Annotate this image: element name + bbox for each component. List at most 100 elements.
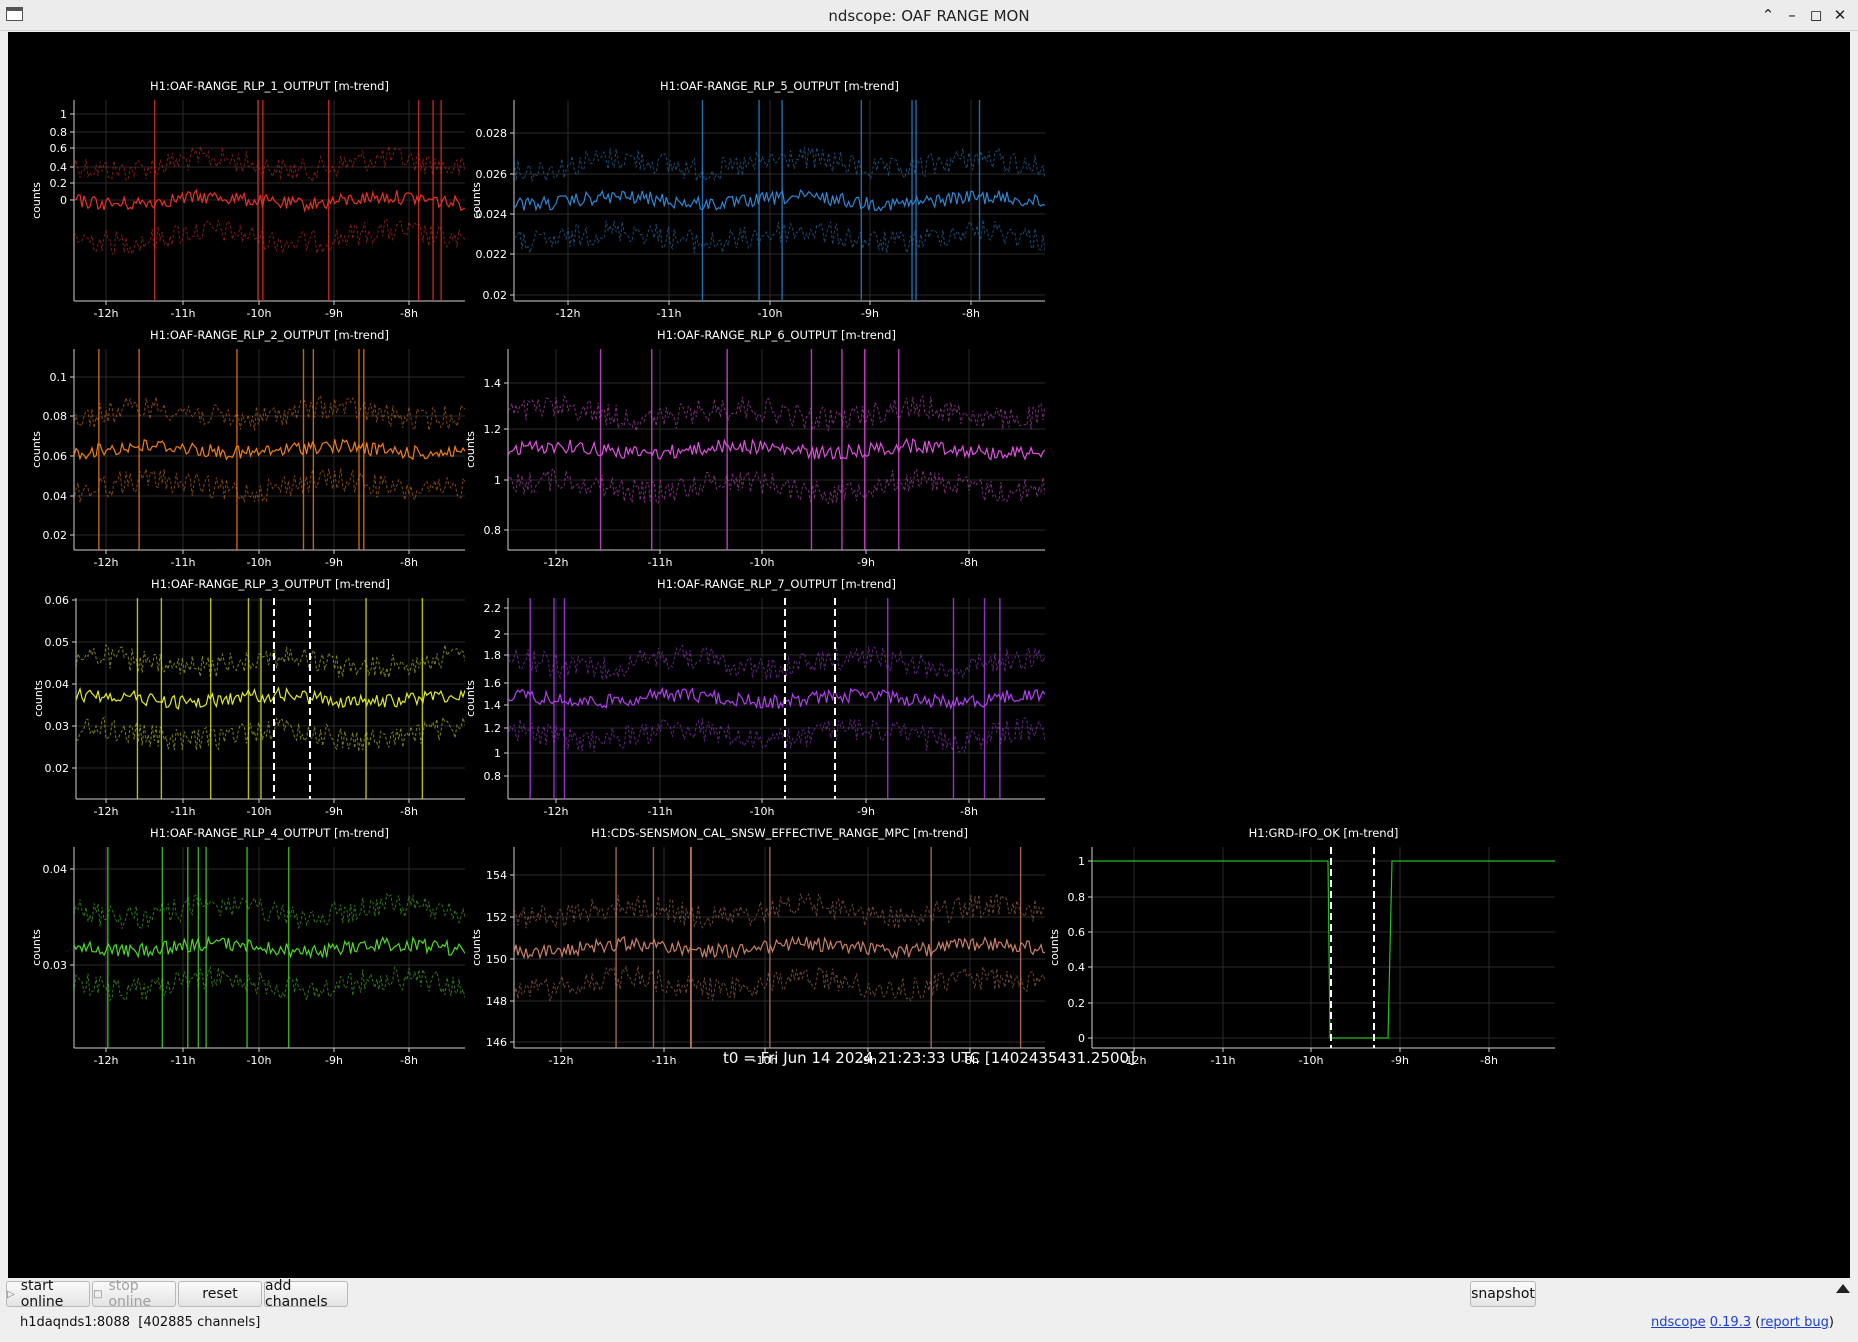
y-tick-label: 1.4 — [484, 377, 502, 390]
y-axis-label: counts — [1048, 929, 1061, 966]
add-channels-button[interactable]: add channels — [264, 1278, 348, 1310]
y-axis-label: counts — [464, 680, 477, 717]
window-close-icon[interactable]: ✕ — [1830, 4, 1850, 26]
x-tick-label: -9h — [861, 307, 879, 320]
y-tick-label: 2 — [494, 628, 501, 641]
plot-rlp6: H1:OAF-RANGE_RLP_6_OUTPUT [m-trend] count… — [464, 328, 1045, 569]
y-tick-label: 0.03 — [43, 959, 68, 972]
version-info: ndscope 0.19.3 (report bug) — [1650, 1315, 1834, 1330]
trace-min — [508, 717, 1045, 754]
trace-min — [514, 219, 1045, 255]
plot-canvas[interactable]: H1:OAF-RANGE_RLP_1_OUTPUT [m-trend] count… — [8, 32, 1850, 1278]
x-tick-label: -10h — [247, 556, 272, 569]
window-maximize-icon[interactable]: ◻ — [1806, 4, 1826, 26]
y-tick-label: 2.2 — [484, 602, 502, 615]
stop-online-button[interactable]: □ stop online — [92, 1278, 176, 1310]
y-tick-label: 0.06 — [45, 594, 70, 607]
plot-title: H1:OAF-RANGE_RLP_4_OUTPUT [m-trend] — [150, 826, 389, 840]
x-tick-label: -10h — [750, 556, 775, 569]
y-tick-label: 146 — [486, 1036, 507, 1049]
x-tick-label: -9h — [325, 556, 343, 569]
trace-mean — [508, 437, 1045, 461]
expand-arrow-icon[interactable] — [1836, 1284, 1850, 1293]
trace-max — [508, 394, 1045, 432]
y-tick-label: 0.04 — [45, 678, 70, 691]
version-link[interactable]: 0.19.3 — [1710, 1315, 1751, 1330]
y-tick-label: 1 — [494, 747, 501, 760]
y-tick-label: 0.6 — [50, 142, 68, 155]
window-title: ndscope: OAF RANGE MON — [828, 7, 1030, 25]
stop-online-label: stop online — [108, 1278, 152, 1310]
y-tick-label: 0.8 — [484, 524, 502, 537]
trace-group — [74, 349, 465, 550]
bottom-toolbar: ▷ start online □ stop online reset add c… — [0, 1278, 1858, 1342]
x-tick-label: -11h — [648, 805, 673, 818]
t0-label: t0 = Fri Jun 14 2024 21:23:33 UTC [14024… — [723, 1049, 1135, 1067]
y-tick-label: 0.08 — [43, 410, 68, 423]
y-tick-label: 0.4 — [50, 161, 68, 174]
y-axis-label: counts — [30, 431, 43, 468]
plot-rlp1: H1:OAF-RANGE_RLP_1_OUTPUT [m-trend] count… — [30, 79, 465, 320]
y-tick-label: 0.2 — [1068, 997, 1086, 1010]
y-tick-label: 154 — [486, 869, 507, 882]
ndscope-link[interactable]: ndscope — [1651, 1315, 1706, 1330]
trace-min — [76, 715, 465, 752]
y-tick-label: 0.05 — [45, 636, 70, 649]
y-tick-label: 1.6 — [484, 677, 502, 690]
trace-group — [514, 847, 1045, 1048]
trace-group — [508, 349, 1045, 550]
plot-sensmon: H1:CDS-SENSMON_CAL_SNSW_EFFECTIVE_RANGE_… — [470, 826, 1045, 1067]
window-minimize-icon[interactable]: – — [1782, 4, 1802, 26]
trace-mean — [74, 189, 465, 213]
y-tick-label: 150 — [486, 953, 507, 966]
trace-mean — [74, 935, 465, 960]
x-tick-label: -8h — [960, 805, 978, 818]
x-tick-label: -9h — [325, 805, 343, 818]
plot-title: H1:OAF-RANGE_RLP_2_OUTPUT [m-trend] — [150, 328, 389, 342]
x-tick-label: -11h — [171, 556, 196, 569]
y-tick-label: 0.022 — [476, 248, 508, 261]
y-tick-label: 0.8 — [50, 126, 68, 139]
trace-max — [514, 147, 1045, 183]
start-online-label: start online — [20, 1278, 64, 1310]
y-tick-label: 0.8 — [484, 770, 502, 783]
x-tick-label: -10h — [758, 307, 783, 320]
plot-ifo_ok: H1:GRD-IFO_OK [m-trend] counts 1 0.8 0.6 0.4 0… — [1048, 826, 1555, 1067]
y-axis-label: counts — [464, 431, 477, 468]
y-tick-label: 0.028 — [476, 127, 508, 140]
x-tick-label: -12h — [94, 307, 119, 320]
plot-title: H1:GRD-IFO_OK [m-trend] — [1249, 826, 1399, 840]
x-tick-label: -12h — [544, 805, 569, 818]
trace-group — [76, 598, 465, 799]
trace-min — [514, 964, 1045, 1002]
y-tick-label: 0.02 — [483, 289, 508, 302]
reset-button[interactable]: reset — [178, 1281, 262, 1307]
trace-group — [74, 847, 465, 1048]
trace-min — [74, 965, 465, 1002]
x-tick-label: -12h — [556, 307, 581, 320]
x-tick-label: -10h — [247, 805, 272, 818]
window-titlebar: ndscope: OAF RANGE MON ⌃ – ◻ ✕ — [0, 0, 1858, 31]
report-bug-link[interactable]: report bug — [1760, 1315, 1829, 1330]
trace-mean — [508, 686, 1045, 711]
plot-rlp4: H1:OAF-RANGE_RLP_4_OUTPUT [m-trend] count… — [30, 826, 465, 1067]
plot-title: H1:OAF-RANGE_RLP_5_OUTPUT [m-trend] — [660, 79, 899, 93]
y-tick-label: 0.026 — [476, 168, 508, 181]
y-tick-label: 0.03 — [45, 720, 70, 733]
window-shade-icon[interactable]: ⌃ — [1758, 4, 1778, 26]
plot-rlp3: H1:OAF-RANGE_RLP_3_OUTPUT [m-trend] count… — [32, 577, 465, 818]
snapshot-button[interactable]: snapshot — [1470, 1281, 1536, 1307]
y-tick-label: 1.2 — [484, 722, 502, 735]
start-online-button[interactable]: ▷ start online — [6, 1278, 90, 1310]
trace-mean — [76, 686, 465, 711]
y-tick-label: 0.02 — [45, 762, 70, 775]
y-tick-label: 0.024 — [476, 208, 508, 221]
x-tick-label: -12h — [94, 556, 119, 569]
y-axis-label: counts — [470, 929, 483, 966]
x-tick-label: -11h — [648, 556, 673, 569]
plot-title: H1:OAF-RANGE_RLP_7_OUTPUT [m-trend] — [657, 577, 896, 591]
trace-max — [74, 145, 465, 184]
x-tick-label: -8h — [400, 805, 418, 818]
trace-mean — [514, 935, 1045, 960]
y-tick-label: 0.1 — [50, 371, 68, 384]
